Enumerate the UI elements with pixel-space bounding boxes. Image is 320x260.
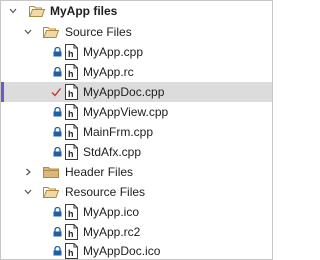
svg-text:h: h [68,149,74,159]
file-row-myappdoc-cpp[interactable]: h MyAppDoc.cpp [1,82,272,102]
svg-text:h: h [68,89,74,99]
lock-icon [53,127,62,137]
tree-root-label: MyApp files [50,4,118,18]
lock-icon [53,47,62,57]
file-row-myapp-cpp[interactable]: h MyApp.cpp [1,42,272,62]
checkmark-icon [51,87,61,97]
folder-label: Resource Files [65,185,146,199]
open-folder-icon [43,185,59,199]
header-file-icon: h [65,243,78,259]
header-file-icon: h [65,144,78,160]
lock-icon [53,207,62,217]
lock-icon [53,227,62,237]
selection-marker [1,82,4,102]
file-label: MyAppDoc.cpp [83,85,165,99]
svg-text:h: h [68,69,74,79]
chevron-down-icon[interactable] [24,28,32,36]
file-row-myapp-rc2[interactable]: h MyApp.rc2 [1,222,272,242]
folder-row-source-files[interactable]: Source Files [1,22,272,42]
svg-text:h: h [68,209,74,219]
folder-label: Header Files [65,165,134,179]
open-folder-icon [43,25,59,39]
lock-icon [53,67,62,77]
chevron-down-icon[interactable] [24,188,32,196]
file-label: MyApp.rc2 [83,225,141,239]
svg-text:h: h [68,49,74,59]
lock-icon [53,147,62,157]
file-row-mainfrm-cpp[interactable]: h MainFrm.cpp [1,122,272,142]
svg-text:h: h [68,109,74,119]
svg-text:h: h [68,248,74,258]
file-label: StdAfx.cpp [83,145,142,159]
file-label: MyApp.ico [83,205,140,219]
header-file-icon: h [65,104,78,120]
file-row-myapp-rc[interactable]: h MyApp.rc [1,62,272,82]
file-label: MyApp.cpp [83,45,144,59]
file-row-myapp-ico[interactable]: h MyApp.ico [1,202,272,222]
header-file-icon: h [65,44,78,60]
file-label: MyAppView.cpp [83,105,169,119]
header-file-icon: h [65,224,78,240]
header-file-icon: h [65,84,78,100]
tree-root-row[interactable]: MyApp files [1,1,272,21]
file-row-stdafx-cpp[interactable]: h StdAfx.cpp [1,142,272,162]
file-label: MyAppDoc.ico [83,244,161,258]
lock-icon [53,246,62,256]
file-label: MyApp.rc [83,65,134,79]
open-folder-icon [29,4,45,18]
svg-text:h: h [68,229,74,239]
file-row-myappdoc-ico[interactable]: h MyAppDoc.ico [1,241,272,259]
solution-tree: MyApp files Source Files h MyApp.cpp h M… [0,0,273,260]
header-file-icon: h [65,64,78,80]
header-file-icon: h [65,124,78,140]
chevron-down-icon[interactable] [9,7,17,15]
chevron-right-icon[interactable] [24,168,32,176]
closed-folder-icon [43,165,59,179]
folder-row-resource-files[interactable]: Resource Files [1,182,272,202]
header-file-icon: h [65,204,78,220]
file-row-myappview-cpp[interactable]: h MyAppView.cpp [1,102,272,122]
lock-icon [53,107,62,117]
folder-label: Source Files [65,25,132,39]
file-label: MainFrm.cpp [83,125,154,139]
folder-row-header-files[interactable]: Header Files [1,162,272,182]
svg-text:h: h [68,129,74,139]
